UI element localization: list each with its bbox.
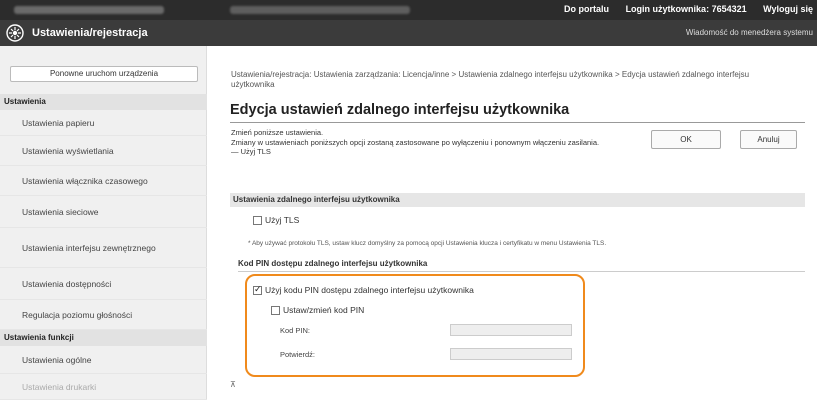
set-pin-label: Ustaw/zmień kod PIN — [283, 305, 365, 315]
restart-device-button[interactable]: Ponowne uruchom urządzenia — [10, 66, 198, 82]
use-pin-row[interactable]: Użyj kodu PIN dostępu zdalnego interfejs… — [253, 284, 474, 295]
use-tls-checkbox[interactable] — [253, 215, 262, 225]
sidebar-item-network[interactable]: Ustawienia sieciowe — [0, 196, 207, 228]
pin-section-divider — [238, 271, 805, 272]
cancel-button[interactable]: Anuluj — [740, 130, 797, 149]
pin-label: Kod PIN: — [280, 326, 311, 335]
sidebar-item-printer[interactable]: Ustawienia drukarki — [0, 374, 207, 400]
intro-text: Zmień poniższe ustawienia. Zmiany w usta… — [231, 128, 611, 157]
login-value: 7654321 — [711, 4, 747, 14]
title-divider — [230, 122, 805, 123]
sidebar-item-accessibility[interactable]: Ustawienia dostępności — [0, 268, 207, 300]
sidebar-item-timer[interactable]: Ustawienia włącznika czasowego — [0, 166, 207, 196]
sidebar-item-paper[interactable]: Ustawienia papieru — [0, 110, 207, 136]
scroll-top-icon[interactable]: ⊼ — [230, 380, 236, 389]
section-remote-ui-settings: Ustawienia zdalnego interfejsu użytkowni… — [230, 193, 805, 207]
sidebar: Ponowne uruchom urządzenia Ustawienia Us… — [0, 46, 207, 400]
sidebar-item-display[interactable]: Ustawienia wyświetlania — [0, 136, 207, 166]
portal-link[interactable]: Do portalu — [564, 4, 609, 14]
sidebar-item-external-interface[interactable]: Ustawienia interfejsu zewnętrznego — [0, 228, 207, 268]
page-title: Edycja ustawień zdalnego interfejsu użyt… — [230, 102, 570, 118]
set-pin-row[interactable]: Ustaw/zmień kod PIN — [271, 305, 364, 315]
message-to-admin-link[interactable]: Wiadomość do menedżera systemu — [686, 28, 813, 37]
set-pin-checkbox[interactable] — [271, 305, 280, 315]
use-tls-label: Użyj TLS — [265, 215, 300, 225]
blurred-device-name — [14, 6, 164, 14]
intro-line-3: — Użyj TLS — [231, 147, 271, 156]
use-pin-checkbox[interactable] — [253, 284, 262, 295]
settings-registration-icon — [6, 24, 24, 42]
login-label-text: Login użytkownika: — [625, 4, 710, 14]
login-label: Login użytkownika: 7654321 — [626, 4, 747, 14]
top-links: Do portalu Login użytkownika: 7654321 Wy… — [550, 4, 813, 14]
logout-link[interactable]: Wyloguj się — [763, 4, 813, 14]
intro-line-2: Zmiany w ustawieniach poniższych opcji z… — [231, 137, 600, 147]
blurred-device-info — [230, 6, 410, 14]
top-bar: Do portalu Login użytkownika: 7654321 Wy… — [0, 0, 817, 20]
tls-note: * Aby używać protokołu TLS, ustaw klucz … — [248, 240, 607, 247]
main-content: Ustawienia/rejestracja: Ustawienia zarzą… — [208, 46, 817, 400]
sidebar-item-general[interactable]: Ustawienia ogólne — [0, 346, 207, 374]
pin-section-title: Kod PIN dostępu zdalnego interfejsu użyt… — [238, 259, 428, 268]
confirm-label: Potwierdź: — [280, 350, 316, 359]
intro-line-1: Zmień poniższe ustawienia. — [231, 128, 324, 137]
confirm-input[interactable] — [450, 348, 572, 360]
pin-input[interactable] — [450, 324, 572, 336]
ok-button[interactable]: OK — [651, 130, 721, 149]
app-title: Ustawienia/rejestracja — [32, 27, 148, 39]
sidebar-header-functions: Ustawienia funkcji — [0, 330, 207, 346]
sidebar-header-settings: Ustawienia — [0, 94, 207, 110]
breadcrumb: Ustawienia/rejestracja: Ustawienia zarzą… — [231, 70, 750, 89]
sidebar-item-volume[interactable]: Regulacja poziomu głośności — [0, 300, 207, 330]
use-pin-label: Użyj kodu PIN dostępu zdalnego interfejs… — [265, 285, 474, 295]
use-tls-row[interactable]: Użyj TLS — [253, 215, 299, 225]
app-bar: Ustawienia/rejestracja Wiadomość do mene… — [0, 20, 817, 46]
